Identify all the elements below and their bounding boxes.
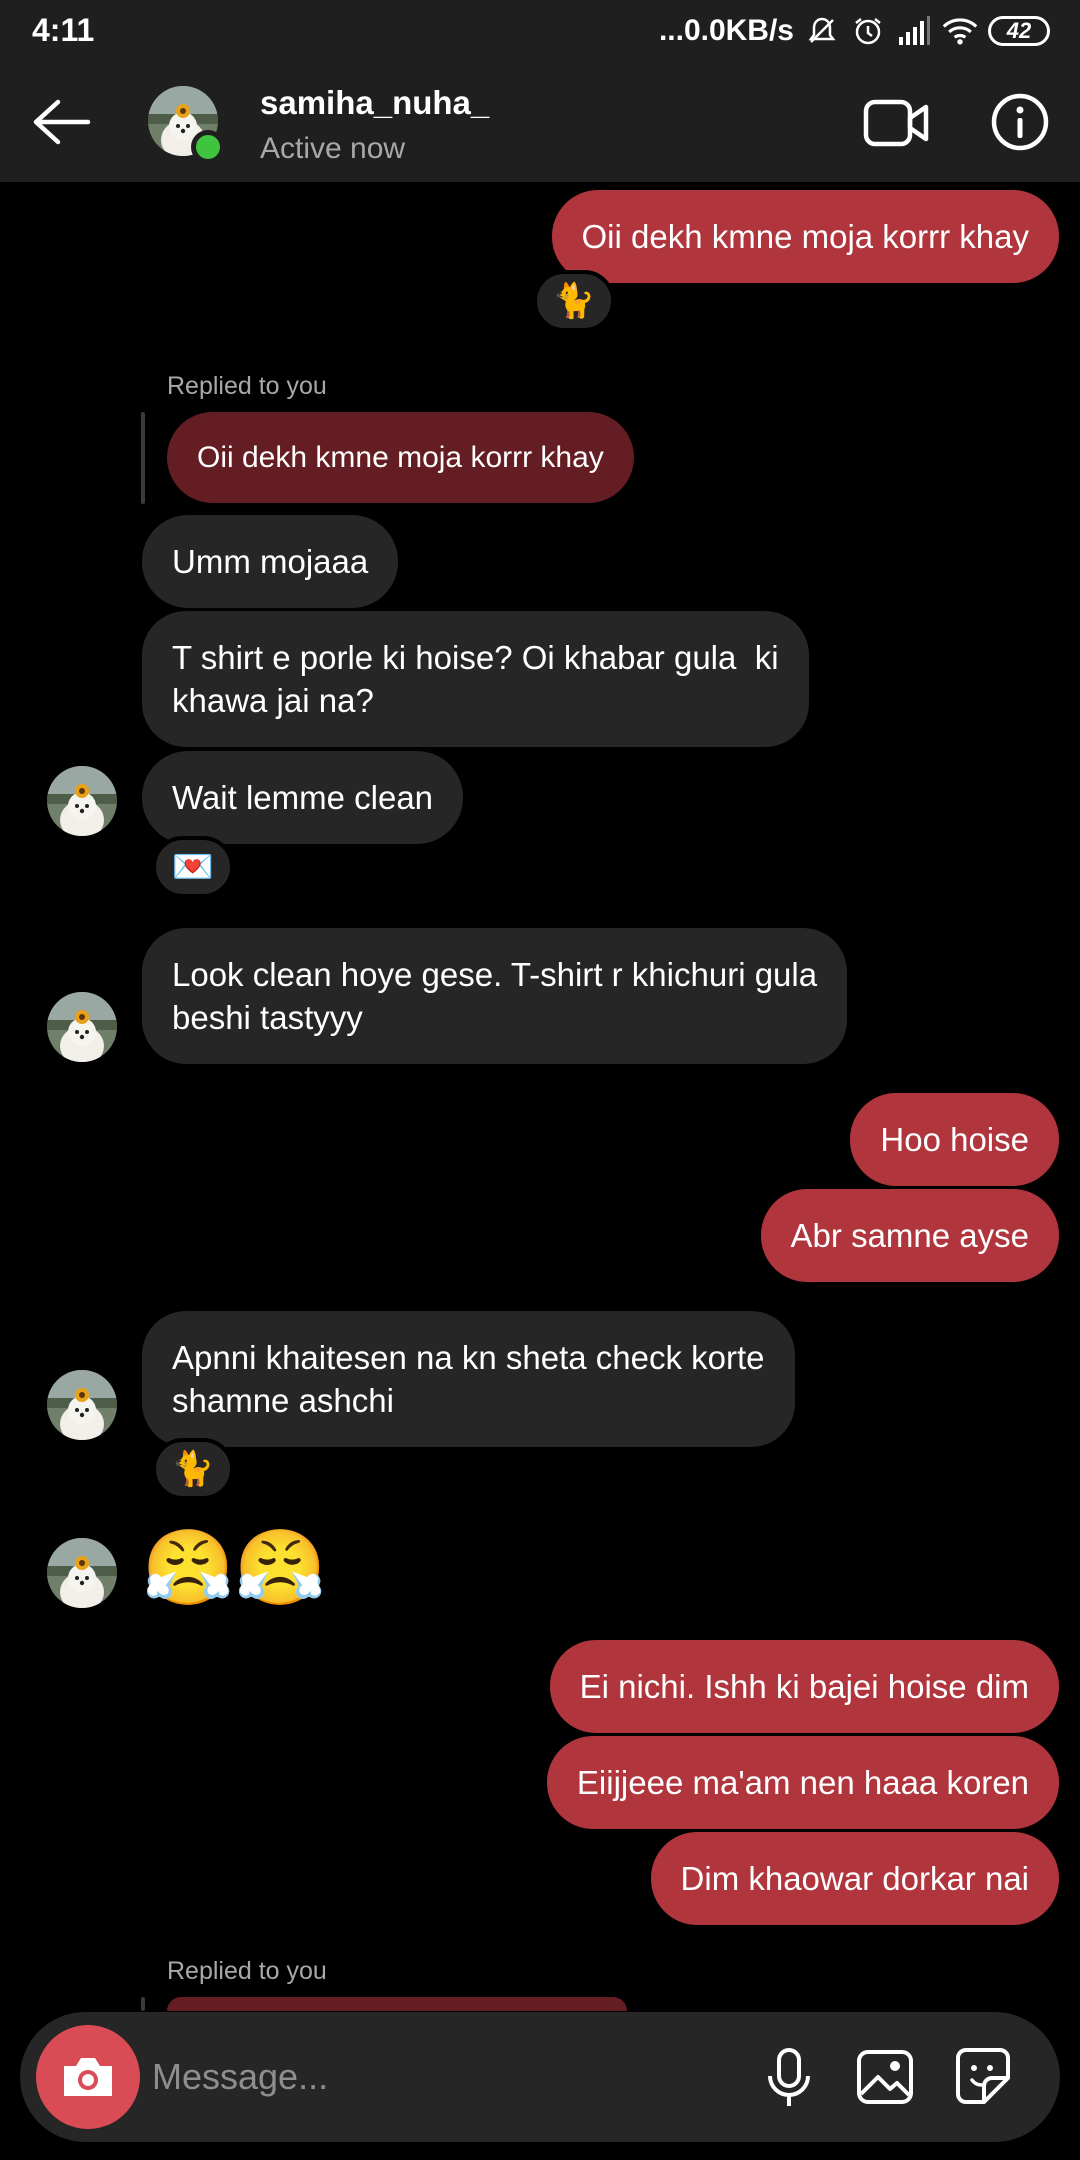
sticker-icon — [956, 2048, 1010, 2104]
camera-icon — [64, 2058, 112, 2096]
status-bar: 4:11 ...0.0KB/s 42 — [0, 0, 1080, 62]
message-reaction[interactable]: 🐈 — [533, 270, 615, 332]
chat-header: samiha_nuha_ Active now — [0, 62, 1080, 182]
avatar[interactable] — [47, 992, 117, 1062]
status-time: 4:11 — [32, 12, 95, 48]
camera-button[interactable] — [36, 2025, 140, 2129]
outgoing-message[interactable]: Ei nichi. Ishh ki bajei hoise dim — [549, 1640, 1059, 1733]
active-status: Active now — [260, 132, 406, 165]
quoted-message — [167, 1997, 627, 2011]
message-composer — [20, 2012, 1060, 2142]
outgoing-message[interactable]: Eiijjeee ma'am nen haaa koren — [546, 1736, 1059, 1829]
replied-to-you-label: Replied to you — [167, 1957, 327, 1985]
incoming-message[interactable]: Umm mojaaa — [142, 515, 399, 608]
incoming-message[interactable]: Wait lemme clean — [142, 751, 464, 844]
outgoing-message[interactable]: Dim khaowar dorkar nai — [650, 1832, 1059, 1925]
emoji-message[interactable]: 😤😤 — [142, 1528, 326, 1608]
back-button[interactable] — [28, 90, 92, 154]
info-icon — [991, 93, 1049, 151]
incoming-message[interactable]: Look clean hoye gese. T-shirt r khichuri… — [142, 928, 848, 1064]
online-indicator — [191, 130, 225, 164]
video-call-icon — [863, 99, 929, 147]
info-button[interactable] — [988, 90, 1052, 154]
replied-to-you-label: Replied to you — [167, 372, 327, 400]
quoted-message[interactable]: Oii dekh kmne moja korrr khay — [167, 412, 634, 503]
back-arrow-icon — [33, 99, 91, 145]
battery-icon: 42 — [988, 16, 1050, 46]
status-icons: ...0.0KB/s 42 — [659, 10, 1050, 52]
message-reaction[interactable]: 🐈 — [152, 1438, 234, 1500]
incoming-message[interactable]: T shirt e porle ki hoise? Oi khabar gula… — [142, 611, 809, 747]
message-reaction[interactable]: 💌 — [152, 836, 234, 898]
microphone-icon — [768, 2048, 810, 2106]
outgoing-message[interactable]: Oii dekh kmne moja korrr khay — [551, 190, 1059, 283]
microphone-button[interactable] — [756, 2044, 822, 2110]
avatar[interactable] — [47, 766, 117, 836]
mute-icon — [804, 13, 840, 49]
signal-icon — [896, 13, 932, 49]
message-input[interactable] — [152, 2042, 712, 2112]
reply-quote-bar — [141, 1997, 145, 2011]
video-call-button[interactable] — [862, 90, 932, 154]
outgoing-message[interactable]: Abr samne ayse — [760, 1189, 1059, 1282]
gallery-button[interactable] — [852, 2044, 918, 2110]
reply-quote-bar — [141, 412, 145, 504]
gallery-icon — [857, 2050, 913, 2104]
network-speed: ...0.0KB/s — [658, 14, 794, 47]
contact-username[interactable]: samiha_nuha_ — [260, 84, 489, 122]
outgoing-message[interactable]: Hoo hoise — [850, 1093, 1059, 1186]
wifi-icon — [942, 13, 978, 49]
avatar[interactable] — [47, 1538, 117, 1608]
alarm-icon — [850, 13, 886, 49]
sticker-button[interactable] — [950, 2044, 1016, 2110]
incoming-message[interactable]: Apnni khaitesen na kn sheta check korte … — [142, 1311, 795, 1447]
avatar[interactable] — [47, 1370, 117, 1440]
